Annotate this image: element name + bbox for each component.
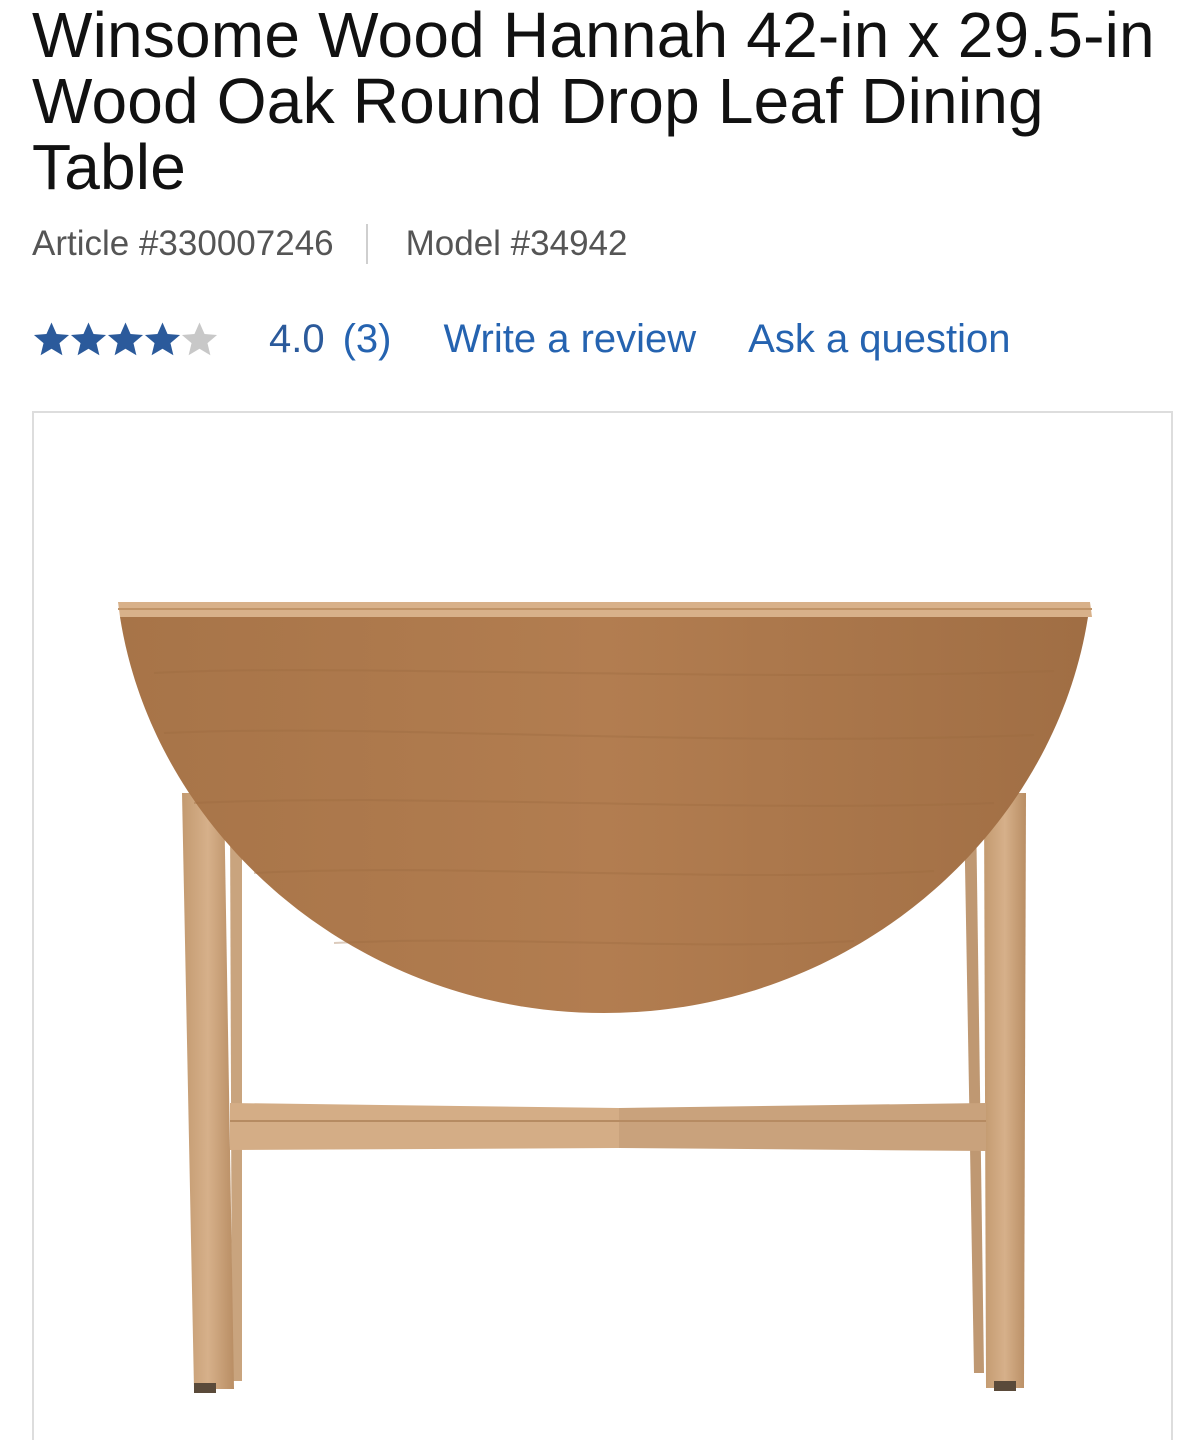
write-review-link[interactable]: Write a review [444, 317, 697, 362]
rating-row: 4.0 (3) Write a review Ask a question [32, 312, 1011, 366]
product-identifiers: Article #330007246 Model #34942 [32, 224, 627, 264]
drop-leaf [120, 617, 1088, 1013]
back-leg-right [964, 808, 984, 1373]
product-page: Winsome Wood Hannah 42-in x 29.5-in Wood… [0, 0, 1204, 1440]
front-leg-left [182, 793, 234, 1389]
ask-question-link[interactable]: Ask a question [748, 317, 1010, 362]
model-number: Model #34942 [405, 224, 628, 263]
stretcher-left [230, 1103, 619, 1150]
star-filled-icon [33, 321, 70, 355]
meta-divider [365, 224, 368, 264]
star-filled-icon [107, 321, 144, 355]
star-filled-icon [144, 321, 181, 355]
product-title: Winsome Wood Hannah 42-in x 29.5-in Wood… [32, 0, 1155, 203]
star-filled-icon [70, 321, 107, 355]
star-empty-icon [181, 321, 218, 355]
rating-value: 4.0 [269, 316, 325, 361]
review-count-link[interactable]: (3) [343, 317, 392, 362]
article-number: Article #330007246 [32, 224, 334, 263]
star-rating[interactable] [32, 320, 218, 359]
table-illustration [118, 602, 1092, 1393]
front-leg-right [984, 793, 1026, 1388]
product-image[interactable] [32, 411, 1173, 1440]
stretcher-right [619, 1103, 986, 1151]
